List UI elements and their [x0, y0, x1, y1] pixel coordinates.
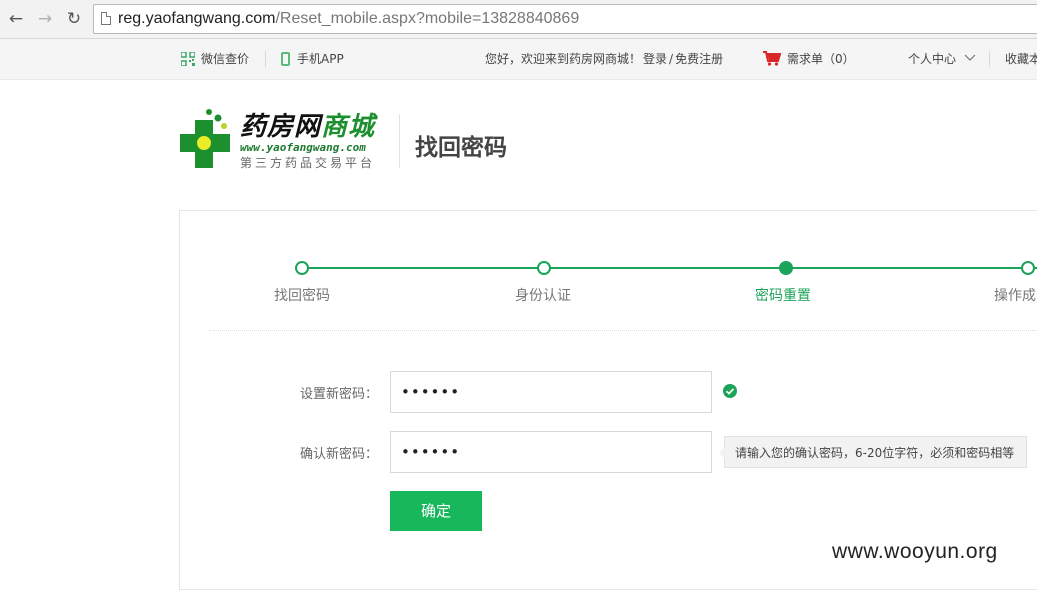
logo-url: www.yaofangwang.com: [240, 141, 366, 154]
browser-toolbar: ← → ↻ reg.yaofangwang.com/Reset_mobile.a…: [0, 0, 1037, 39]
page-icon: [101, 12, 111, 25]
favorites-link[interactable]: 收藏本: [1005, 39, 1037, 79]
reload-icon[interactable]: ↻: [63, 8, 85, 30]
submit-button[interactable]: 确定: [390, 491, 482, 531]
confirm-password-label: 确认新密码：: [299, 447, 378, 462]
phone-icon: [281, 52, 290, 66]
step-label-2: 身份认证: [515, 288, 571, 304]
url-text[interactable]: reg.yaofangwang.com/Reset_mobile.aspx?mo…: [118, 10, 579, 28]
link-separator: /: [669, 52, 674, 66]
confirm-password-tooltip: 请输入您的确认密码，6-20位字符，必须和密码相等: [718, 436, 1028, 468]
new-password-field[interactable]: ••••••: [390, 371, 712, 413]
step-dot-1: [295, 261, 309, 275]
register-link[interactable]: 免费注册: [675, 52, 723, 66]
user-center-label: 个人中心: [908, 52, 957, 66]
step-label-4: 操作成: [994, 288, 1036, 304]
step-dot-2: [537, 261, 551, 275]
logo-slogan: 第三方药品交易平台: [240, 156, 376, 170]
chevron-down-icon: [964, 54, 976, 61]
welcome-area: 您好，欢迎来到药房网商城！ 登录 / 免费注册: [485, 39, 723, 79]
wechat-price-label: 微信查价: [201, 52, 250, 66]
logo-name-part1: 药房网: [240, 112, 322, 142]
url-path: /Reset_mobile.aspx?mobile=13828840869: [275, 10, 580, 27]
user-center-menu[interactable]: 个人中心: [908, 39, 976, 79]
step-dot-4: [1021, 261, 1035, 275]
logo-cross-icon: [180, 109, 230, 168]
qr-code-icon: [181, 52, 195, 66]
section-separator: [209, 330, 1037, 331]
header-divider: [399, 114, 400, 168]
mobile-app-label: 手机APP: [297, 52, 344, 66]
logo-name[interactable]: 药房网商城: [240, 112, 375, 142]
confirm-password-field[interactable]: ••••••: [390, 431, 712, 473]
step-label-1: 找回密码: [274, 288, 330, 304]
back-arrow-icon[interactable]: ←: [5, 8, 27, 30]
step-label-3: 密码重置: [755, 288, 811, 304]
favorites-label: 收藏本: [1005, 52, 1037, 66]
login-link[interactable]: 登录: [643, 52, 667, 66]
cart-link[interactable]: 需求单（0）: [763, 39, 855, 79]
check-circle-icon: [723, 384, 737, 398]
watermark: www.wooyun.org: [832, 540, 998, 563]
cart-icon: [763, 51, 781, 66]
divider: [265, 51, 266, 67]
progress-line: [302, 267, 1037, 269]
new-password-label: 设置新密码：: [299, 387, 378, 402]
page-title: 找回密码: [415, 135, 507, 161]
top-utility-bar: 微信查价 手机APP 您好，欢迎来到药房网商城！ 登录 / 免费注册 需求单（0） 个…: [0, 39, 1037, 80]
divider: [989, 51, 990, 67]
address-bar[interactable]: reg.yaofangwang.com/Reset_mobile.aspx?mo…: [93, 4, 1037, 34]
wechat-price-link[interactable]: 微信查价: [181, 39, 249, 79]
logo-name-part2: 商城: [321, 112, 376, 142]
url-host: reg.yaofangwang.com: [118, 10, 276, 27]
cart-label: 需求单（0）: [787, 52, 855, 66]
mobile-app-link[interactable]: 手机APP: [281, 39, 344, 79]
step-dot-3: [779, 261, 793, 275]
forward-arrow-icon[interactable]: →: [34, 8, 56, 30]
welcome-text: 您好，欢迎来到药房网商城！: [485, 52, 642, 66]
